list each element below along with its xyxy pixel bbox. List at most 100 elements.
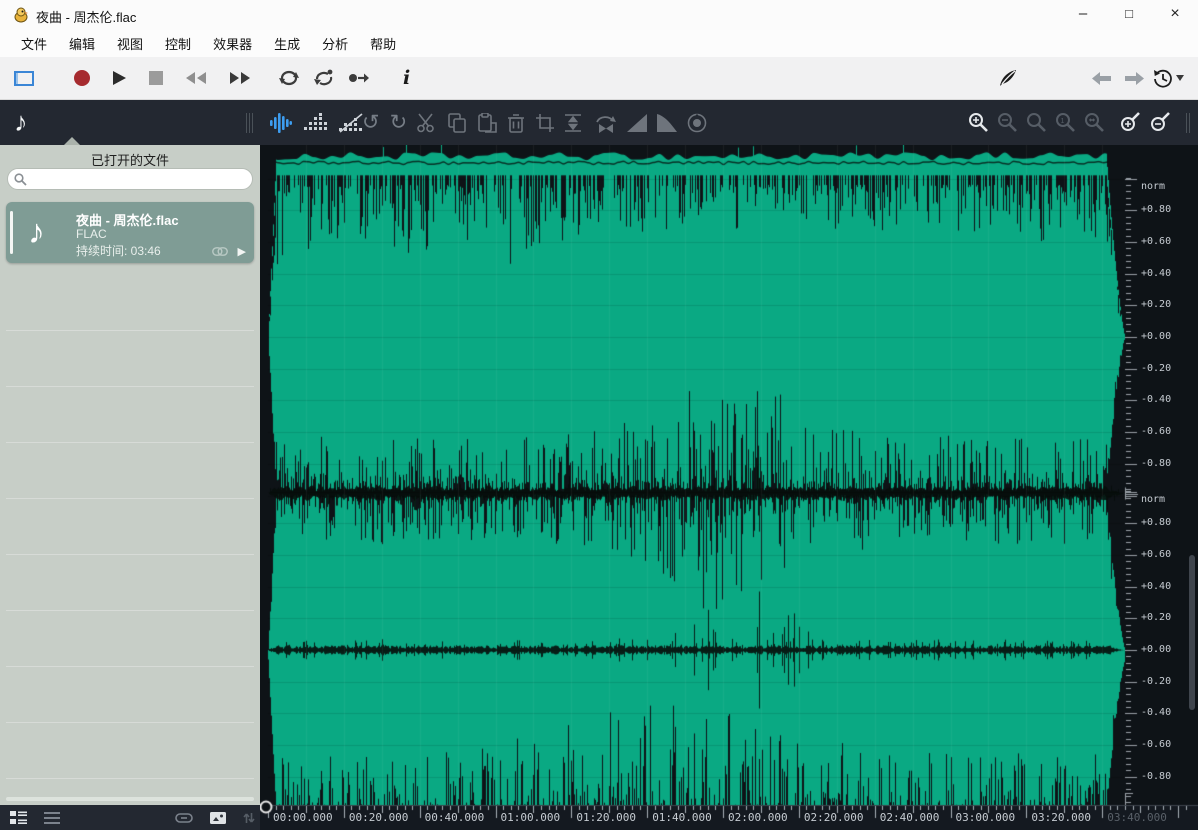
file-list-item[interactable]: ♪ 夜曲 - 周杰伦.flac FLAC 持续时间: 03:46 ▶ [6, 202, 254, 263]
sidebar-pointer-arrow [64, 137, 80, 145]
rewind-button[interactable] [185, 71, 207, 85]
axis-label-ch2: +0.20 [1141, 612, 1171, 623]
selection-tool-icon[interactable] [14, 71, 34, 86]
axis-label-ch2: norm [1141, 494, 1165, 505]
menu-analyze[interactable]: 分析 [311, 30, 359, 57]
view-waveform-icon[interactable] [270, 113, 292, 133]
delete-icon[interactable] [507, 113, 525, 133]
ruler-label: 02:40.000 [880, 811, 940, 824]
waveform-channel-right[interactable] [268, 495, 1125, 805]
fade-in-icon[interactable] [627, 114, 647, 132]
file-format: FLAC [76, 227, 107, 241]
nav-forward-icon[interactable] [1125, 72, 1144, 85]
vertical-zoom-out-icon[interactable] [1149, 112, 1171, 133]
axis-label-ch2: -0.20 [1141, 676, 1171, 687]
zoom-selection-icon[interactable] [1026, 112, 1047, 133]
title-bar: 夜曲 - 周杰伦.flac – □ × [0, 0, 1198, 30]
menu-generate[interactable]: 生成 [263, 30, 311, 57]
list-separator [6, 330, 254, 331]
maximize-button[interactable]: □ [1106, 0, 1152, 30]
link-files-icon[interactable] [175, 813, 193, 823]
loop-selection-icon[interactable] [313, 69, 335, 87]
trim-icon[interactable] [535, 113, 555, 133]
axis-label-ch1: -0.40 [1141, 394, 1171, 405]
file-play-icon[interactable]: ▶ [238, 245, 246, 258]
pen-edit-icon[interactable] [998, 68, 1018, 88]
axis-label-ch2: +0.00 [1141, 644, 1171, 655]
compact-list-view-icon[interactable] [44, 812, 60, 824]
search-input[interactable] [27, 172, 237, 186]
paste-icon[interactable] [477, 113, 497, 133]
menu-file[interactable]: 文件 [10, 30, 58, 57]
panel-title: 已打开的文件 [0, 145, 260, 168]
axis-label-ch1: -0.20 [1141, 363, 1171, 374]
ocenaudio-window: 夜曲 - 周杰伦.flac – □ × 文件 编辑 视图 控制 效果器 生成 分… [0, 0, 1198, 830]
file-search-box[interactable] [7, 168, 253, 190]
zoom-one-to-one-icon[interactable]: 1 [1055, 112, 1076, 133]
nav-back-icon[interactable] [1092, 72, 1111, 85]
menu-effects[interactable]: 效果器 [202, 30, 263, 57]
window-title: 夜曲 - 周杰伦.flac [36, 7, 136, 26]
redo-icon[interactable]: ↻ [390, 112, 408, 133]
history-icon[interactable] [1152, 68, 1173, 89]
view-combined-icon[interactable] [338, 113, 364, 133]
music-note-icon: ♪ [28, 210, 45, 254]
transport-toolbar: i 48 kHz stereo -0000:00:00.000 [0, 57, 1198, 100]
ruler-label: 02:20.000 [804, 811, 864, 824]
zoom-in-icon[interactable] [968, 112, 989, 133]
loop-playback-icon[interactable] [278, 69, 300, 87]
info-icon[interactable]: i [403, 67, 410, 89]
ruler-label: 00:00.000 [273, 811, 333, 824]
axis-label-ch1: norm [1141, 181, 1165, 192]
vertical-zoom-in-icon[interactable] [1119, 112, 1141, 133]
ruler-label: 00:20.000 [349, 811, 409, 824]
sidebar-bottom-bar [0, 805, 260, 830]
fast-forward-button[interactable] [229, 71, 251, 85]
copy-icon[interactable] [447, 113, 467, 133]
toolbar-drag-handle[interactable] [1186, 113, 1190, 133]
menu-view[interactable]: 视图 [106, 30, 154, 57]
zoom-out-icon[interactable] [997, 112, 1018, 133]
detailed-list-view-icon[interactable] [10, 811, 27, 824]
link-icon [212, 247, 228, 256]
cut-icon[interactable] [417, 113, 437, 133]
svg-text:1: 1 [1061, 118, 1065, 125]
play-button[interactable] [112, 70, 127, 86]
axis-label-ch1: -0.60 [1141, 426, 1171, 437]
record-button[interactable] [74, 70, 90, 86]
reverse-icon[interactable] [593, 113, 617, 133]
sidebar-scrollbar[interactable] [6, 797, 254, 801]
ruler-label: 03:00.000 [956, 811, 1016, 824]
preview-thumbnail-icon[interactable] [210, 812, 226, 824]
axis-label-ch1: -0.80 [1141, 458, 1171, 469]
panel-splitter-handle[interactable] [246, 113, 253, 133]
menu-edit[interactable]: 编辑 [58, 30, 106, 57]
axis-label-ch2: +0.60 [1141, 549, 1171, 560]
axis-label-ch2: -0.40 [1141, 707, 1171, 718]
axis-label-ch1: +0.80 [1141, 204, 1171, 215]
fade-out-icon[interactable] [657, 114, 677, 132]
axis-label-ch2: -0.80 [1141, 771, 1171, 782]
view-spectrogram-icon[interactable] [303, 113, 327, 133]
close-button[interactable]: × [1152, 0, 1198, 30]
loudness-icon[interactable] [687, 113, 707, 133]
ocenaudio-note-logo: ♪ [14, 109, 28, 136]
history-dropdown-icon[interactable] [1176, 75, 1184, 81]
play-from-cursor-icon[interactable] [348, 72, 370, 84]
vertical-scrollbar[interactable] [1189, 555, 1195, 710]
axis-label-ch2: +0.40 [1141, 581, 1171, 592]
sort-files-icon[interactable] [243, 812, 255, 824]
app-logo-icon [13, 7, 29, 23]
waveform-channel-left[interactable] [268, 145, 1125, 495]
menu-help[interactable]: 帮助 [359, 30, 407, 57]
zoom-fit-icon[interactable] [1084, 112, 1105, 133]
list-separator [6, 442, 254, 443]
adjust-gain-icon[interactable] [563, 113, 583, 133]
axis-label-ch2: -0.60 [1141, 739, 1171, 750]
ruler-label: 01:40.000 [652, 811, 712, 824]
menu-bar: 文件 编辑 视图 控制 效果器 生成 分析 帮助 [0, 30, 1198, 57]
undo-icon[interactable]: ↺ [362, 112, 380, 133]
stop-button[interactable] [149, 71, 163, 85]
minimize-button[interactable]: – [1060, 0, 1106, 30]
menu-control[interactable]: 控制 [154, 30, 202, 57]
